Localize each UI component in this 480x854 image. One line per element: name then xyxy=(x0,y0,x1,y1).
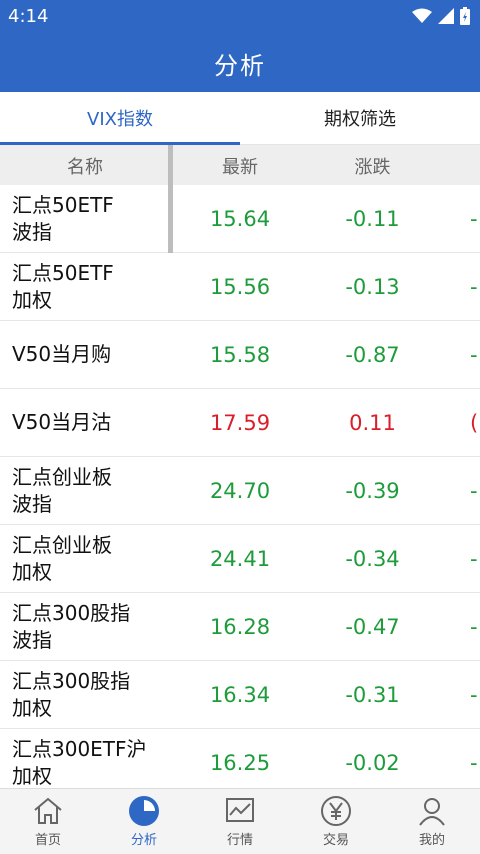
table-row[interactable]: 汇点300股指 加权 16.34 -0.31 - xyxy=(0,661,480,729)
nav-analysis[interactable]: 分析 xyxy=(96,789,192,854)
row-extra: - xyxy=(470,546,478,571)
line-chart-icon xyxy=(226,798,254,822)
nav-trade-label: 交易 xyxy=(322,833,349,848)
row-name: 汇点300ETF沪 加权 xyxy=(12,729,167,796)
nav-home[interactable]: 首页 xyxy=(0,789,96,854)
row-latest: 24.70 xyxy=(209,478,271,503)
quote-table: 汇点50ETF 波指 15.64 -0.11 - 汇点50ETF 加权 15.5… xyxy=(0,185,480,797)
tab-bar: VIX指数 期权筛选 xyxy=(0,92,480,145)
row-extra: - xyxy=(470,750,478,775)
row-name-line2: 加权 xyxy=(12,287,52,312)
table-row[interactable]: V50当月购 15.58 -0.87 - xyxy=(0,321,480,389)
row-latest: 16.28 xyxy=(209,614,271,639)
row-extra: - xyxy=(470,478,478,503)
home-icon xyxy=(34,797,62,824)
table-row[interactable]: 汇点300ETF沪 加权 16.25 -0.02 - xyxy=(0,729,480,797)
table-row[interactable]: 汇点50ETF 波指 15.64 -0.11 - xyxy=(0,185,480,253)
row-name: 汇点创业板 波指 xyxy=(12,457,167,524)
bottom-navigation: 首页 分析 行情 交易 我的 xyxy=(0,788,480,854)
battery-icon xyxy=(460,7,470,25)
row-name: V50当月沽 xyxy=(12,389,167,456)
row-extra: - xyxy=(470,614,478,639)
status-icons xyxy=(412,7,470,25)
row-latest: 16.34 xyxy=(209,682,271,707)
row-change: -0.31 xyxy=(345,682,400,707)
row-latest: 16.25 xyxy=(209,750,271,775)
row-name: V50当月购 xyxy=(12,321,167,388)
app-bar: 分析 xyxy=(0,34,480,92)
row-name-line1: 汇点300股指 xyxy=(12,600,131,625)
row-change: -0.34 xyxy=(345,546,400,571)
header-name[interactable]: 名称 xyxy=(0,153,170,179)
nav-market[interactable]: 行情 xyxy=(192,789,288,854)
row-name-line2: 加权 xyxy=(12,559,52,584)
row-extra: - xyxy=(470,274,478,299)
row-name: 汇点创业板 加权 xyxy=(12,525,167,592)
row-name-line1: 汇点300股指 xyxy=(12,668,131,693)
row-change: -0.11 xyxy=(345,206,400,231)
row-name-line2: 波指 xyxy=(12,627,52,652)
status-bar: 4:14 xyxy=(0,0,480,34)
tab-vix-index-label: VIX指数 xyxy=(87,109,153,130)
row-latest: 15.56 xyxy=(209,274,271,299)
header-latest[interactable]: 最新 xyxy=(180,153,300,179)
row-name-line1: V50当月沽 xyxy=(12,410,112,434)
header-change[interactable]: 涨跌 xyxy=(310,153,435,179)
nav-profile-label: 我的 xyxy=(418,833,445,848)
frozen-column-scrollbar[interactable] xyxy=(168,145,173,253)
row-latest: 15.64 xyxy=(209,206,271,231)
row-name-line2: 波指 xyxy=(12,491,52,516)
row-extra: - xyxy=(470,682,478,707)
row-name-line2: 加权 xyxy=(12,695,52,720)
table-row[interactable]: 汇点创业板 加权 24.41 -0.34 - xyxy=(0,525,480,593)
row-name-line1: 汇点300ETF沪 xyxy=(12,736,147,761)
row-extra: - xyxy=(470,206,478,231)
row-name: 汇点50ETF 波指 xyxy=(12,185,167,252)
row-latest: 17.59 xyxy=(209,410,271,435)
tab-option-filter[interactable]: 期权筛选 xyxy=(240,92,480,144)
row-change: -0.87 xyxy=(345,342,400,367)
row-name-line1: V50当月购 xyxy=(12,342,112,366)
row-change: -0.13 xyxy=(345,274,400,299)
table-row[interactable]: 汇点300股指 波指 16.28 -0.47 - xyxy=(0,593,480,661)
row-change: -0.39 xyxy=(345,478,400,503)
pie-chart-icon xyxy=(129,796,159,826)
tab-option-filter-label: 期权筛选 xyxy=(324,109,396,130)
user-icon xyxy=(419,798,445,826)
row-name-line2: 加权 xyxy=(12,763,52,788)
row-change: -0.02 xyxy=(345,750,400,775)
table-row[interactable]: V50当月沽 17.59 0.11 ( xyxy=(0,389,480,457)
row-latest: 15.58 xyxy=(209,342,271,367)
nav-home-label: 首页 xyxy=(34,833,61,848)
nav-profile[interactable]: 我的 xyxy=(384,789,480,854)
signal-icon xyxy=(438,8,454,24)
table-row[interactable]: 汇点50ETF 加权 15.56 -0.13 - xyxy=(0,253,480,321)
row-extra: ( xyxy=(470,410,479,435)
nav-analysis-label: 分析 xyxy=(130,833,157,848)
page-title: 分析 xyxy=(214,51,266,80)
row-name-line1: 汇点50ETF xyxy=(12,192,114,217)
row-name-line1: 汇点50ETF xyxy=(12,260,114,285)
row-extra: - xyxy=(470,342,478,367)
nav-trade[interactable]: 交易 xyxy=(288,789,384,854)
row-name-line1: 汇点创业板 xyxy=(12,532,112,557)
row-name-line1: 汇点创业板 xyxy=(12,464,112,489)
table-header: 名称 最新 涨跌 xyxy=(0,145,480,185)
nav-market-label: 行情 xyxy=(226,833,253,848)
table-row[interactable]: 汇点创业板 波指 24.70 -0.39 - xyxy=(0,457,480,525)
row-change: 0.11 xyxy=(349,410,396,435)
row-name-line2: 波指 xyxy=(12,219,52,244)
wifi-icon xyxy=(412,8,432,23)
row-name: 汇点300股指 加权 xyxy=(12,661,167,728)
row-change: -0.47 xyxy=(345,614,400,639)
row-name: 汇点300股指 波指 xyxy=(12,593,167,660)
row-name: 汇点50ETF 加权 xyxy=(12,253,167,320)
yen-icon xyxy=(321,796,351,826)
tab-vix-index[interactable]: VIX指数 xyxy=(0,92,240,145)
row-latest: 24.41 xyxy=(209,546,271,571)
status-time: 4:14 xyxy=(8,6,49,27)
